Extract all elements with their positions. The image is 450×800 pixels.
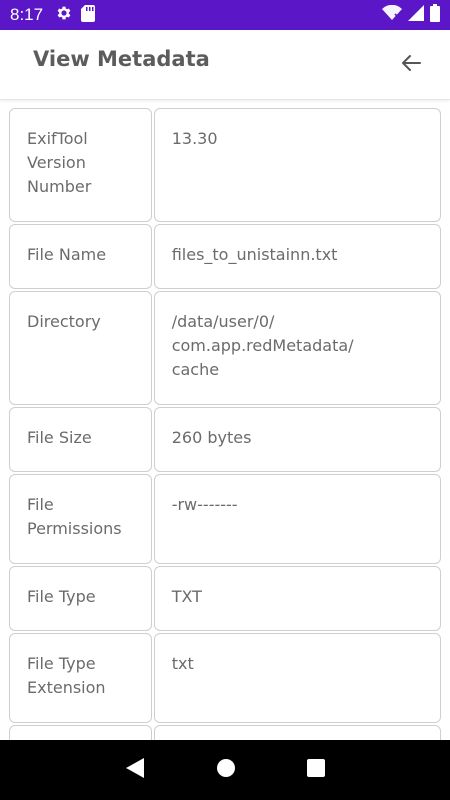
metadata-key: File Type Extension xyxy=(9,633,152,723)
table-row: File Name files_to_unistainn.txt xyxy=(9,224,441,289)
table-row xyxy=(9,725,441,740)
metadata-value: /data/user/0/com.app.redMetadata/cache xyxy=(153,291,441,405)
table-row: ExifTool Version Number 13.30 xyxy=(9,108,441,222)
metadata-table: ExifTool Version Number 13.30 File Name fi… xyxy=(0,100,450,740)
table-row: Directory /data/user/0/com.app.redMetada… xyxy=(9,291,441,405)
page-title: View Metadata xyxy=(33,46,210,71)
status-bar: 8:17 xyxy=(0,0,450,30)
app-bar: View Metadata xyxy=(0,30,450,100)
table-row: File Type TXT xyxy=(9,566,441,631)
metadata-value xyxy=(153,725,441,740)
metadata-key: Directory xyxy=(9,291,152,405)
gear-icon xyxy=(55,4,73,26)
navigation-bar xyxy=(0,740,450,800)
table-row: File Size 260 bytes xyxy=(9,407,441,472)
metadata-key: File Size xyxy=(9,407,152,472)
table-row: File Permissions -rw------- xyxy=(9,474,441,564)
metadata-key-text: File Type Extension xyxy=(27,654,106,697)
metadata-key: File Name xyxy=(9,224,152,289)
back-triangle-icon[interactable] xyxy=(125,757,145,783)
metadata-key-text: File Permissions xyxy=(27,495,122,538)
recents-square-icon[interactable] xyxy=(306,759,325,781)
home-circle-icon[interactable] xyxy=(216,758,236,782)
status-time: 8:17 xyxy=(10,5,44,24)
metadata-key-text: ExifTool Version Number xyxy=(27,129,92,196)
metadata-key: File Permissions xyxy=(9,474,152,564)
metadata-key: ExifTool Version Number xyxy=(9,108,152,222)
metadata-key: File Type xyxy=(9,566,152,631)
metadata-value: -rw------- xyxy=(153,474,441,564)
metadata-key xyxy=(9,725,152,740)
metadata-value: 13.30 xyxy=(153,108,441,222)
battery-icon xyxy=(430,4,440,26)
arrow-left-icon xyxy=(399,51,423,79)
back-button[interactable] xyxy=(398,52,424,78)
table-row: File Type Extension txt xyxy=(9,633,441,723)
metadata-value-text: /data/user/0/com.app.redMetadata/cache xyxy=(171,312,354,379)
metadata-value: txt xyxy=(153,633,441,723)
sd-card-icon xyxy=(81,4,96,26)
metadata-value: TXT xyxy=(153,566,441,631)
wifi-icon xyxy=(382,4,402,25)
metadata-value: files_to_unistainn.txt xyxy=(153,224,441,289)
metadata-value: 260 bytes xyxy=(153,407,441,472)
signal-icon xyxy=(408,5,424,25)
